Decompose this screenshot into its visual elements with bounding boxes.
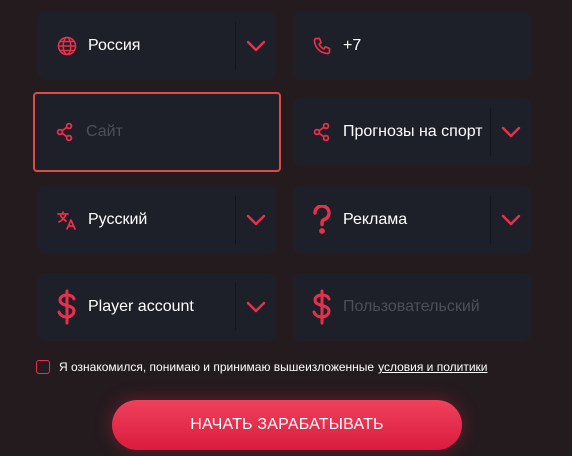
divider [490,108,491,156]
share-icon [311,121,333,143]
share-icon [54,121,76,143]
phone-value: +7 [343,37,362,54]
website-field[interactable] [33,92,281,172]
translate-icon [56,209,78,231]
account-type-value: Player account [88,298,194,315]
source-select[interactable]: Реклама [293,186,531,254]
agreement-text: Я ознакомился, понимаю и принимаю вышеиз… [59,360,375,374]
country-value: Россия [88,37,141,54]
agreement-row: Я ознакомился, понимаю и принимаю вышеиз… [36,360,487,374]
terms-link[interactable]: условия и политики [378,360,487,374]
start-earning-button[interactable]: НАЧАТЬ ЗАРАБАТЫВАТЬ [112,400,462,450]
divider [235,196,236,244]
chevron-down-icon[interactable] [244,208,268,232]
globe-icon [56,35,78,57]
language-select[interactable]: Русский [38,186,276,254]
account-type-select[interactable]: Player account [38,273,276,341]
question-icon [311,205,333,234]
user-account-input[interactable] [343,273,483,341]
chevron-down-icon[interactable] [244,295,268,319]
chevron-down-icon[interactable] [499,208,523,232]
phone-field[interactable]: +7 [293,12,531,80]
dollar-icon [56,289,78,325]
user-account-field[interactable] [293,273,531,341]
website-input[interactable] [86,94,266,170]
phone-icon [311,35,333,57]
divider [235,22,236,70]
source-value: Реклама [343,211,408,228]
agreement-checkbox[interactable] [36,360,50,374]
divider [490,196,491,244]
traffic-type-value: Прогнозы на спорт [343,123,483,140]
country-select[interactable]: Россия [38,12,276,80]
divider [235,283,236,331]
chevron-down-icon[interactable] [244,34,268,58]
traffic-type-select[interactable]: Прогнозы на спорт [293,98,531,166]
chevron-down-icon[interactable] [499,120,523,144]
dollar-icon [311,289,333,325]
language-value: Русский [88,211,148,228]
